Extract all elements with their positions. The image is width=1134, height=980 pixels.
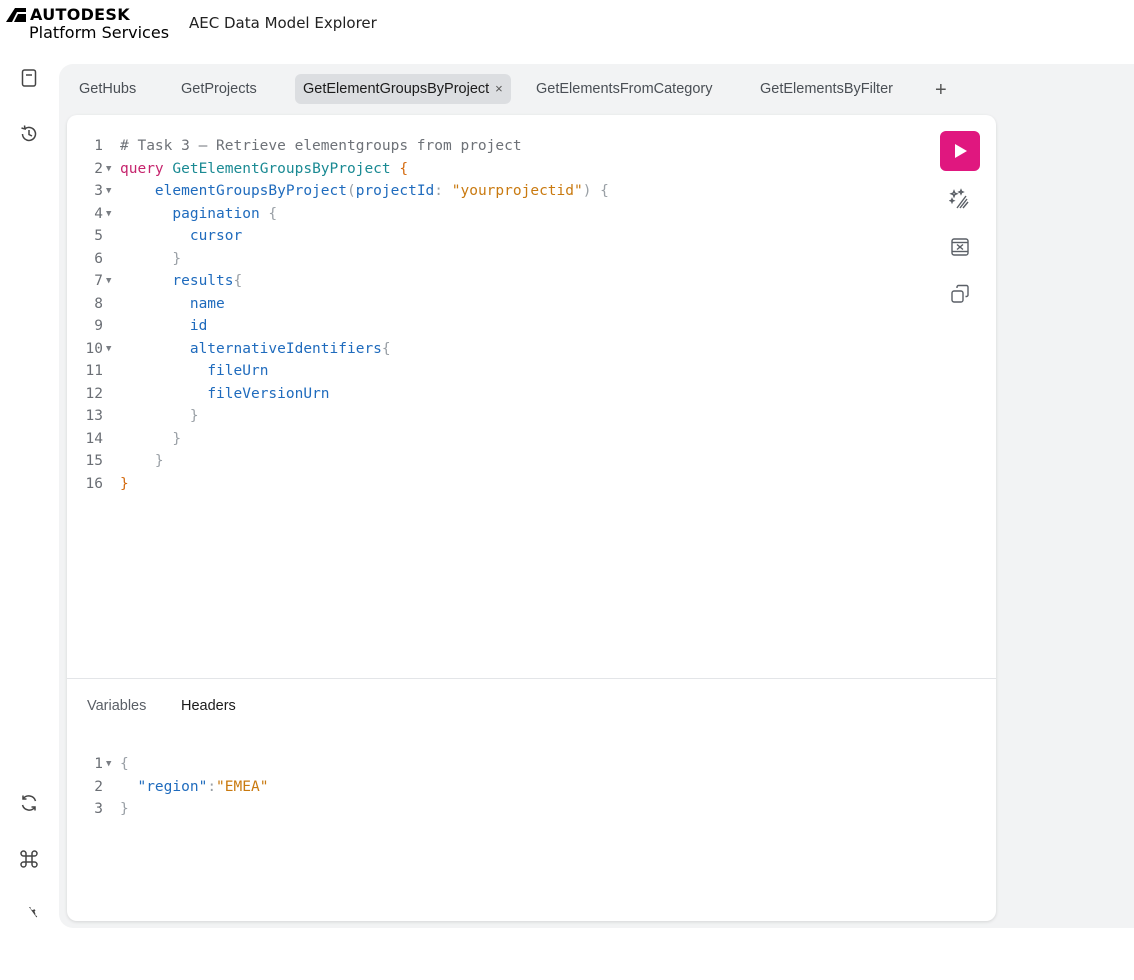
code-text: } [154,453,164,469]
code-text: query GetElementGroupsByProject { [120,160,409,177]
line-number: 12 [85,385,103,402]
tab-headers[interactable]: Headers [181,698,236,714]
line-number: 5 [94,228,103,244]
settings-icon[interactable] [18,904,40,926]
shortcuts-icon[interactable] [18,848,40,870]
app-title: AEC Data Model Explorer [189,14,377,32]
fold-toggle-icon[interactable]: ▼ [106,158,116,181]
autodesk-mark-icon [6,8,26,22]
code-text: } [172,250,182,267]
copy-icon [951,284,969,303]
line-number: 16 [85,475,103,492]
code-text: } [172,430,182,447]
fold-toggle-icon[interactable]: ▼ [106,338,116,361]
code-text: results{ [172,273,243,289]
close-icon[interactable]: × [495,81,503,96]
line-number: 4 [94,205,103,222]
code-text: pagination { [172,205,278,222]
autodesk-logo: AUTODESK Platform Services [6,6,178,44]
code-text: cursor [189,228,243,244]
query-tabs: GetHubs GetProjects GetElementGroupsByPr… [59,74,1134,104]
line-number: 11 [85,363,103,379]
tab-label: GetHubs [79,81,137,97]
play-icon [955,144,967,158]
code-text: } [189,408,199,424]
fold-toggle-icon[interactable]: ▼ [106,180,116,203]
tab-label: GetElementGroupsByProject [303,81,490,97]
code-text: } [120,801,129,817]
code-text: alternativeIdentifiers{ [189,340,391,357]
code-text: "region":"EMEA" [137,778,269,795]
line-number: 2 [94,778,103,795]
line-number: 7 [94,273,103,289]
editor-workspace: GetHubs GetProjects GetElementGroupsByPr… [59,64,1134,928]
merge-fragments-button[interactable] [948,235,972,259]
line-number: 3 [94,801,103,817]
code-text: fileUrn [207,363,269,379]
query-editor-card: 1 # Task 3 – Retrieve elementgroups from … [67,115,996,921]
prettify-icon [949,188,969,209]
add-tab-button[interactable]: + [935,74,947,104]
code-text: id [189,318,208,334]
code-text: # Task 3 – Retrieve elementgroups from p… [120,138,522,154]
tab-label: GetElementsByFilter [760,81,893,97]
code-text: name [189,295,225,312]
line-number: 6 [94,250,103,267]
refetch-icon[interactable] [18,792,40,814]
tab-getelementsfromcategory[interactable]: GetElementsFromCategory [528,74,720,104]
docs-icon[interactable] [18,67,40,89]
tab-getprojects[interactable]: GetProjects [173,74,265,104]
tab-gethubs[interactable]: GetHubs [71,74,144,104]
fold-toggle-icon[interactable]: ▼ [106,270,116,293]
line-number: 8 [94,295,103,312]
line-number: 14 [85,430,103,447]
line-number: 15 [85,453,103,469]
brand-subtitle: Platform Services [29,23,170,42]
logo-top-row: AUTODESK [6,7,130,23]
code-text: { [120,756,129,772]
fold-toggle-icon[interactable]: ▼ [106,203,116,226]
line-number: 1 [94,138,103,154]
line-number: 13 [85,408,103,424]
prettify-button[interactable] [948,187,972,211]
line-number: 9 [94,318,103,334]
editor-divider [67,678,996,679]
fold-toggle-icon[interactable]: ▼ [106,753,116,776]
tab-variables[interactable]: Variables [87,698,146,714]
tab-label: GetElementsFromCategory [536,81,713,97]
tab-getelementsbyfilter[interactable]: GetElementsByFilter [752,74,901,104]
line-number: 1 [94,756,103,772]
run-query-button[interactable] [940,131,980,171]
code-text: elementGroupsByProject(projectId: "yourp… [154,183,609,199]
line-number: 3 [94,183,103,199]
brand-name: AUTODESK [30,5,130,24]
tab-getelementgroupsbyproject[interactable]: GetElementGroupsByProject × [295,74,511,104]
copy-query-button[interactable] [948,282,972,306]
code-text: fileVersionUrn [207,385,330,402]
history-icon[interactable] [18,123,40,145]
code-text: } [120,475,129,492]
tab-label: GetProjects [181,81,257,97]
line-number: 10 [85,340,103,357]
merge-fragments-icon [951,238,969,256]
line-number: 2 [94,160,103,177]
